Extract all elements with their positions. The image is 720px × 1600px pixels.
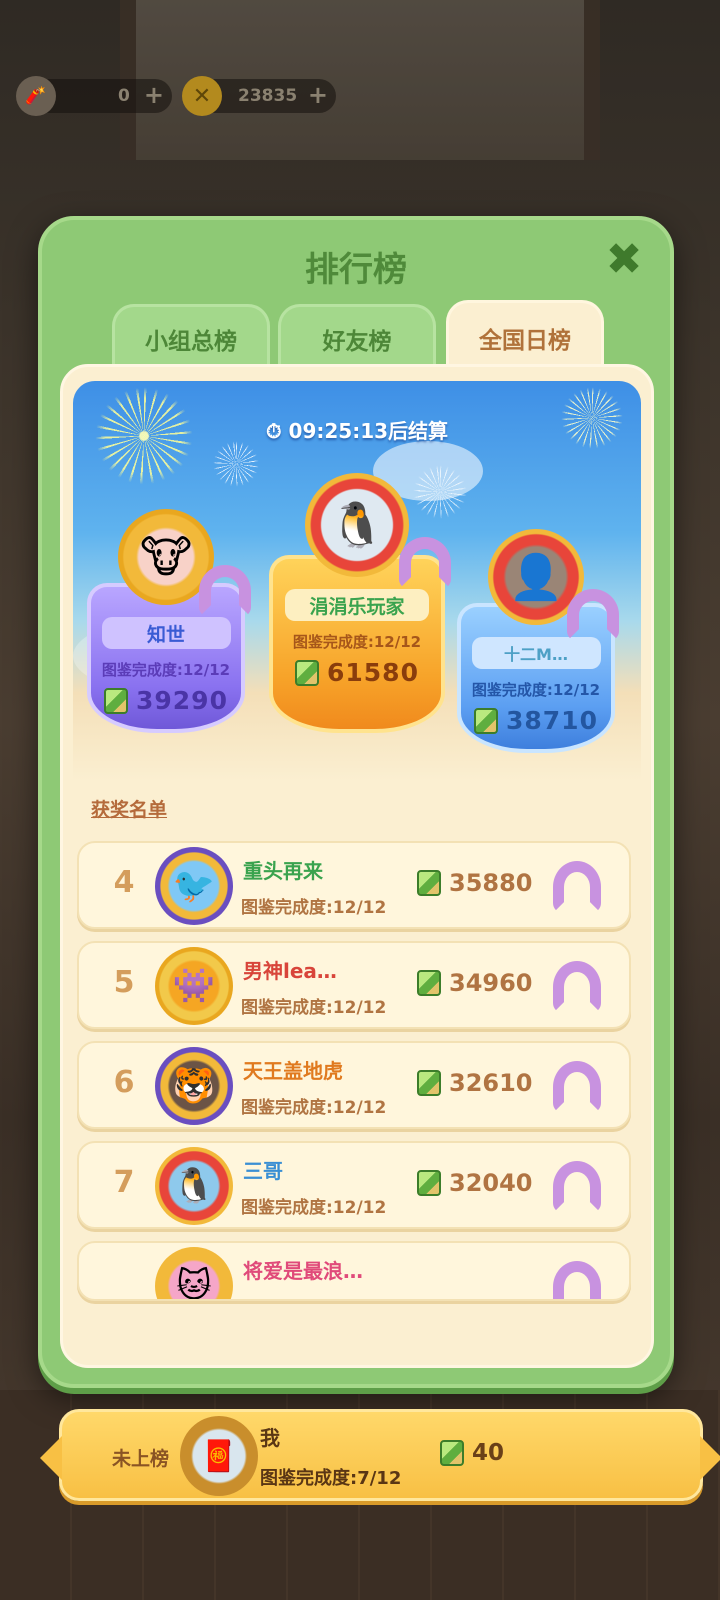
gem-icon [417,1070,441,1096]
list-item[interactable]: 5 👾 男神lea… 图鉴完成度:12/12 34960 [77,941,631,1029]
gem-icon [417,1170,441,1196]
gem-icon [417,970,441,996]
clock-icon: ⏱ [265,419,282,443]
player-name: 知世 [101,617,231,649]
podium-third[interactable]: 👤 十二M… 图鉴完成度:12/12 38710 [457,529,619,753]
score: 34960 [417,969,533,997]
player-name: 天王盖地虎 [243,1059,343,1083]
score-value: 40 [472,1440,505,1466]
collection-progress: 图鉴完成度:12/12 [101,661,231,679]
list-item[interactable]: 4 🐦 重头再来 图鉴完成度:12/12 35880 [77,841,631,929]
podium-area: ⏱ 09:25:13后结算 🐮 知世 图鉴完成度:12/12 39290 🐧 涓… [73,381,641,781]
award-list-title: 获奖名单 [91,799,168,821]
my-score: 40 [440,1440,504,1466]
avatar: 🐧 [155,1147,233,1225]
score-value: 32610 [449,1069,533,1097]
pillow-icon [399,537,451,589]
rank-number: 7 [113,1165,135,1200]
rank-number: 6 [113,1065,135,1100]
coin-counter: ✕ 23835 + [182,76,336,116]
coin-count: 23835 [238,86,298,106]
score-value: 61580 [327,658,419,687]
collection-progress: 图鉴完成度:12/12 [241,1098,387,1118]
score: 35880 [417,869,533,897]
gem-icon [295,659,319,686]
gem-icon [440,1440,464,1466]
tab-group-total[interactable]: 小组总榜 [112,304,270,370]
timer-text: 09:25:13后结算 [288,419,449,443]
score: 32610 [417,1069,533,1097]
gem-icon [417,870,441,896]
tab-national-daily[interactable]: 全国日榜 [446,300,604,372]
score-value: 34960 [449,969,533,997]
avatar: 🧧 [180,1416,258,1496]
leaderboard-modal: 排行榜 ✖ 小组总榜 好友榜 全国日榜 ⏱ 09:25:13后结算 🐮 知世 图… [38,216,720,1501]
my-name: 我 [260,1426,280,1450]
pillow-icon [553,1061,601,1113]
player-name: 三哥 [243,1159,283,1183]
firework-decoration [213,441,259,487]
gem-icon [474,707,498,734]
player-name: 重头再来 [243,859,323,883]
pillow-icon [199,565,251,617]
pillow-icon [567,589,619,641]
leaderboard-panel: ⏱ 09:25:13后结算 🐮 知世 图鉴完成度:12/12 39290 🐧 涓… [40,364,720,1501]
pillow-icon [553,1261,601,1299]
add-coin-button[interactable]: + [308,81,328,109]
score: 61580 [295,658,419,687]
avatar: 👾 [155,947,233,1025]
list-item[interactable]: 7 🐧 三哥 图鉴完成度:12/12 32040 [77,1141,631,1229]
score-value: 38710 [506,706,598,735]
score: 32040 [417,1169,533,1197]
gem-icon [104,687,128,714]
my-rank-bar[interactable]: 未上榜 🧧 我 图鉴完成度:7/12 40 [40,1409,720,1501]
avatar: 🐦 [155,847,233,925]
score-value: 35880 [449,869,533,897]
firecracker-icon: 🧨 [16,76,56,116]
pillow-icon [553,961,601,1013]
avatar: 🐧 [305,473,409,577]
player-name: 将爱是最浪… [243,1259,363,1283]
collection-progress: 图鉴完成度:12/12 [471,681,601,699]
my-collection-progress: 图鉴完成度:7/12 [260,1468,402,1489]
rank-number: 4 [113,865,135,900]
item-count: 0 [118,86,130,106]
player-name: 十二M… [471,637,601,669]
player-name: 涓涓乐玩家 [284,589,430,621]
pillow-icon [553,1161,601,1213]
item-counter: 🧨 0 + [16,76,172,116]
list-item[interactable]: 6 🐯 天王盖地虎 图鉴完成度:12/12 32610 [77,1041,631,1129]
podium-first[interactable]: 🐧 涓涓乐玩家 图鉴完成度:12/12 61580 [269,473,451,733]
tab-friends[interactable]: 好友榜 [278,304,436,370]
list-item[interactable]: 🐱 将爱是最浪… [77,1241,631,1301]
rank-number: 5 [113,965,135,1000]
add-item-button[interactable]: + [144,81,164,109]
avatar: 🐯 [155,1047,233,1125]
modal-title: 排行榜 [305,250,407,290]
collection-progress: 图鉴完成度:12/12 [241,998,387,1018]
coin-icon: ✕ [182,76,222,116]
score-value: 39290 [136,686,228,715]
score: 38710 [474,706,598,735]
settlement-timer: ⏱ 09:25:13后结算 [73,415,641,444]
close-icon[interactable]: ✖ [602,238,646,282]
player-name: 男神lea… [243,959,337,983]
podium-second[interactable]: 🐮 知世 图鉴完成度:12/12 39290 [87,509,251,733]
avatar: 🐱 [155,1247,233,1299]
score-value: 32040 [449,1169,533,1197]
pillow-icon [553,861,601,913]
collection-progress: 图鉴完成度:12/12 [292,633,422,651]
collection-progress: 图鉴完成度:12/12 [241,898,387,918]
score: 39290 [104,686,228,715]
collection-progress: 图鉴完成度:12/12 [241,1198,387,1218]
my-rank-label: 未上榜 [112,1448,170,1470]
